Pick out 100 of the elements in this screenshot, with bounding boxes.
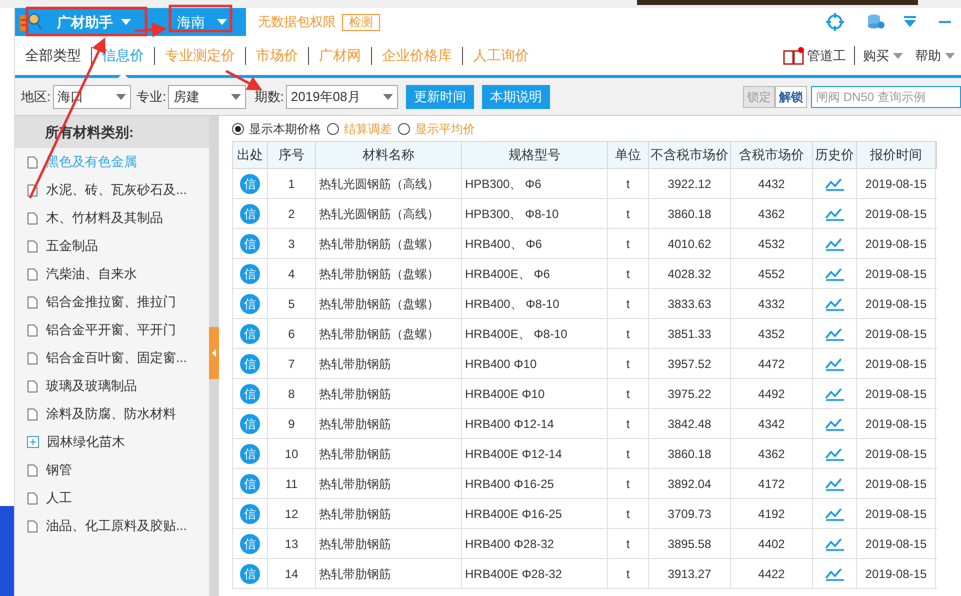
table-cell: 3842.48	[649, 409, 731, 438]
table-cell: 4432	[731, 169, 813, 198]
line-chart-icon[interactable]	[824, 356, 844, 370]
table-cell: 5	[268, 289, 316, 318]
column-header: 材料名称	[316, 142, 462, 168]
tab[interactable]: 广材网	[309, 36, 371, 75]
category-item[interactable]: 铝合金推拉窗、推拉门	[15, 288, 209, 316]
target-icon[interactable]	[825, 12, 845, 32]
period-select[interactable]: 2019年08月	[286, 84, 398, 108]
tab[interactable]: 市场价	[246, 36, 308, 75]
category-item[interactable]: 水泥、砖、瓦灰砂石及...	[15, 176, 209, 204]
category-item[interactable]: 五金制品	[15, 232, 209, 260]
table-cell: 1	[268, 169, 316, 198]
annotation-arrow	[225, 70, 262, 90]
source-badge[interactable]: 信	[240, 264, 260, 284]
source-badge[interactable]: 信	[240, 564, 260, 584]
table-cell: 2019-08-15	[857, 229, 936, 258]
source-badge[interactable]: 信	[240, 474, 260, 494]
line-chart-icon[interactable]	[824, 176, 844, 190]
tab[interactable]: 人工询价	[463, 36, 539, 75]
line-chart-icon[interactable]	[824, 506, 844, 520]
line-chart-icon[interactable]	[824, 446, 844, 460]
column-header: 序号	[268, 142, 316, 168]
view-option-radio[interactable]: 显示平均价	[398, 120, 475, 138]
period-notes-button[interactable]: 本期说明	[482, 84, 550, 108]
category-item[interactable]: 油品、化工原料及胶贴...	[15, 512, 209, 540]
caret-icon	[893, 52, 903, 58]
source-badge[interactable]: 信	[240, 294, 260, 314]
database-icon[interactable]	[867, 14, 885, 30]
category-item[interactable]: 钢管	[15, 456, 209, 484]
table-cell: HRB400 Φ28-32	[462, 529, 608, 558]
table-cell: 6	[268, 319, 316, 348]
column-header: 含税市场价	[731, 142, 813, 168]
region-label: 地区:	[21, 88, 51, 106]
line-chart-icon[interactable]	[824, 536, 844, 550]
source-badge[interactable]: 信	[240, 504, 260, 524]
source-badge[interactable]: 信	[240, 204, 260, 224]
logo-icon	[19, 11, 43, 33]
expand-icon[interactable]	[27, 436, 39, 448]
table-cell: 7	[268, 349, 316, 378]
source-badge[interactable]: 信	[240, 414, 260, 434]
line-chart-icon[interactable]	[824, 266, 844, 280]
table-cell: 4332	[731, 289, 813, 318]
line-chart-icon[interactable]	[824, 326, 844, 340]
minimize-icon[interactable]	[939, 20, 951, 24]
promo-text[interactable]: 管道工	[807, 46, 855, 66]
table-cell: 热轧带肋钢筋（盘螺）	[316, 259, 462, 288]
line-chart-icon[interactable]	[824, 566, 844, 580]
table-cell: 3851.33	[649, 319, 731, 348]
source-badge[interactable]: 信	[240, 444, 260, 464]
category-item[interactable]: 玻璃及玻璃制品	[15, 372, 209, 400]
view-option-radio[interactable]: 显示本期价格	[232, 120, 321, 138]
table-cell: HRB400E Φ16-25	[462, 499, 608, 528]
source-badge[interactable]: 信	[240, 534, 260, 554]
category-item[interactable]: 涂料及防腐、防水材料	[15, 400, 209, 428]
line-chart-icon[interactable]	[824, 386, 844, 400]
buy-menu[interactable]: 购买	[863, 46, 903, 66]
category-item[interactable]: 铝合金百叶窗、固定窗...	[15, 344, 209, 372]
view-option-radio[interactable]: 结算调差	[327, 120, 392, 138]
dropdown-icon[interactable]	[903, 16, 917, 28]
line-chart-icon[interactable]	[824, 416, 844, 430]
source-badge[interactable]: 信	[240, 174, 260, 194]
tab[interactable]: 企业价格库	[372, 36, 462, 75]
line-chart-icon[interactable]	[824, 476, 844, 490]
table-cell: t	[608, 289, 649, 318]
source-badge[interactable]: 信	[240, 234, 260, 254]
tab[interactable]: 全部类型	[15, 36, 91, 75]
table-cell: 4192	[731, 499, 813, 528]
line-chart-icon[interactable]	[824, 206, 844, 220]
table-cell: HRB400E Φ28-32	[462, 559, 608, 588]
category-item[interactable]: 木、竹材料及其制品	[15, 204, 209, 232]
table-cell: 4402	[731, 529, 813, 558]
table-cell: t	[608, 499, 649, 528]
check-button[interactable]: 检测	[342, 14, 380, 30]
app-menu-button[interactable]: 广材助手	[57, 12, 131, 32]
column-header: 规格型号	[462, 142, 608, 168]
help-menu[interactable]: 帮助	[915, 46, 955, 66]
region-menu-button[interactable]: 海南	[177, 12, 227, 32]
book-icon[interactable]	[783, 46, 805, 64]
table-cell: 4532	[731, 229, 813, 258]
major-select[interactable]: 房建	[168, 84, 246, 108]
category-item[interactable]: 汽柴油、自来水	[15, 260, 209, 288]
unlock-button[interactable]: 解锁	[775, 86, 807, 108]
category-item[interactable]: 铝合金平开窗、平开门	[15, 316, 209, 344]
highlight-frame	[168, 4, 232, 32]
table-cell: 热轧带肋钢筋（盘螺）	[316, 289, 462, 318]
category-item[interactable]: 园林绿化苗木	[15, 428, 209, 456]
line-chart-icon[interactable]	[824, 236, 844, 250]
table-cell: 热轧带肋钢筋（盘螺）	[316, 229, 462, 258]
source-badge[interactable]: 信	[240, 354, 260, 374]
table-cell: HRB400 Φ12-14	[462, 409, 608, 438]
category-item[interactable]: 人工	[15, 484, 209, 512]
line-chart-icon[interactable]	[824, 296, 844, 310]
source-badge[interactable]: 信	[240, 384, 260, 404]
search-field[interactable]: 闸阀 DN50 查询示例	[811, 86, 961, 108]
update-time-button[interactable]: 更新时间	[406, 84, 474, 108]
caret-icon	[217, 19, 227, 25]
collapse-handle[interactable]	[209, 327, 219, 379]
source-badge[interactable]: 信	[240, 324, 260, 344]
tab[interactable]: 专业测定价	[155, 36, 245, 75]
